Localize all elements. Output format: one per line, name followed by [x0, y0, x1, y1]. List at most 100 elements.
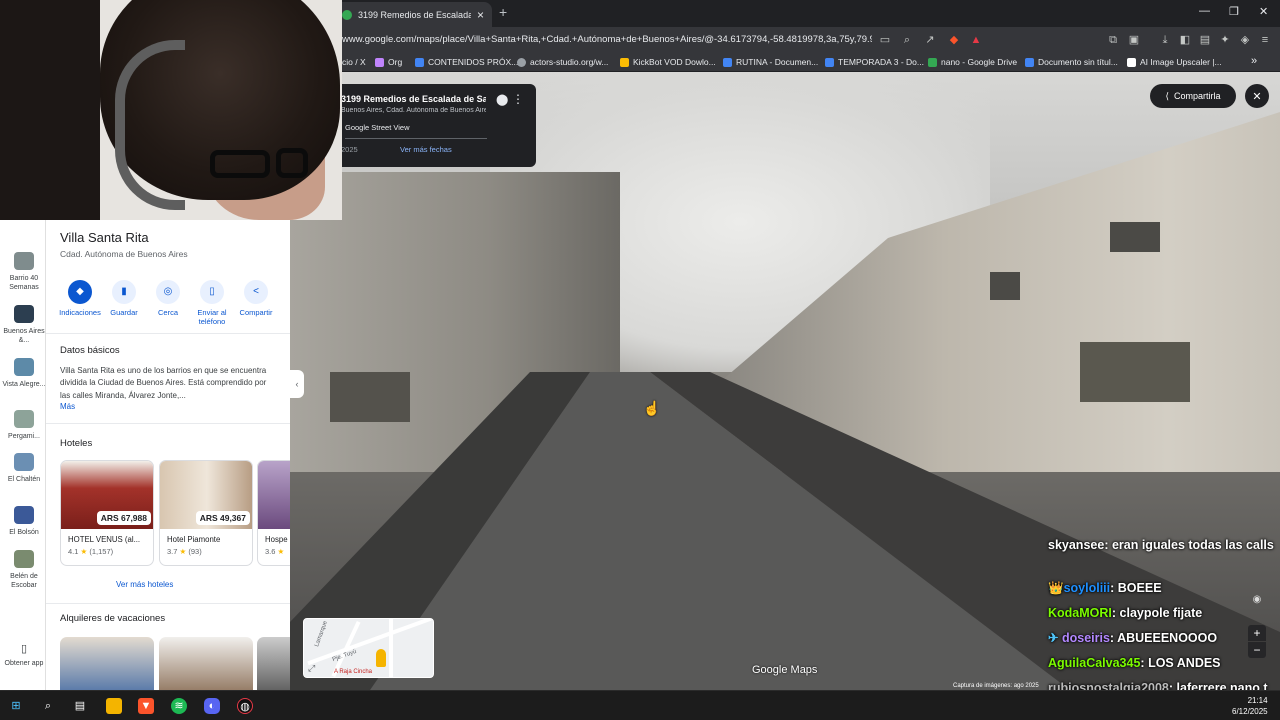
bookmark-icon [723, 57, 732, 67]
minimap[interactable]: Lamarque Pje. Tuyú A Raja Cincha ⤢ [303, 618, 434, 678]
zoom-icon[interactable]: ⌕ [901, 34, 913, 46]
bookmark-item[interactable]: nano - Google Drive [928, 57, 1017, 67]
hotel-price: ARS 67,988 [96, 511, 151, 525]
more-hotels-link[interactable]: Ver más hoteles [116, 580, 173, 589]
expand-map-icon[interactable]: ⤢ [308, 663, 315, 674]
rail-item[interactable]: El Chaltén [2, 453, 46, 484]
hotel-rating: 3.6 ★ [265, 547, 285, 556]
brave-rewards-icon[interactable]: ▲ [970, 34, 982, 46]
menu-icon[interactable]: ≡ [1259, 34, 1271, 46]
phone-icon: ▯ [200, 280, 224, 304]
brave-shield-icon[interactable]: ◆ [948, 34, 960, 46]
rail-item[interactable]: Pergami... [2, 410, 46, 441]
chat-message: skyansee: eran iguales todas las calls [1048, 538, 1274, 552]
url-input[interactable]: www.google.com/maps/place/Villa+Santa+Ri… [342, 34, 872, 45]
browser-tab[interactable]: 3199 Remedios de Escalada de San Martín … [334, 2, 492, 27]
vpn-icon[interactable]: ◈ [1239, 34, 1251, 46]
hotel-name: Hotel Piamonte [167, 535, 221, 544]
pegman-icon[interactable] [376, 649, 386, 667]
house-window [990, 272, 1020, 300]
rental-photo[interactable] [159, 637, 253, 690]
star-icon: ★ [277, 547, 285, 556]
hotel-photo: ARS 67,988 [61, 461, 153, 529]
save-button[interactable]: ▮ Guardar [101, 280, 147, 317]
search-icon[interactable]: ⌕ [40, 698, 56, 714]
rail-item[interactable]: Buenos Aires &... [2, 305, 46, 345]
close-window-button[interactable]: ✕ [1259, 5, 1268, 18]
minimize-button[interactable]: — [1199, 5, 1210, 17]
close-street-view-button[interactable]: ✕ [1245, 84, 1269, 108]
rail-item[interactable]: Belén de Escobar [2, 550, 46, 590]
more-link[interactable]: Más [60, 402, 75, 411]
bookmark-item[interactable]: RUTINA - Documen... [723, 57, 818, 67]
bookmark-item[interactable]: Org [375, 57, 402, 67]
rental-photo[interactable] [257, 637, 290, 690]
minimap-poi: A Raja Cincha [334, 669, 373, 675]
more-options-icon[interactable]: ⋮ [512, 92, 524, 106]
get-app-button[interactable]: ▯ Obtener app [2, 642, 46, 668]
rail-item[interactable]: Barrio 40 Semanas [2, 252, 46, 292]
hotel-price: ARS 49,367 [195, 511, 250, 525]
cast-icon[interactable]: ▭ [879, 34, 891, 46]
card-divider [345, 138, 487, 139]
nearby-button[interactable]: ◎ Cerca [145, 280, 191, 317]
bookmark-icon [928, 57, 937, 67]
bookmark-icon: ▮ [112, 280, 136, 304]
download-icon[interactable]: ⤓ [1159, 34, 1171, 46]
bookmark-item[interactable]: KickBot VOD Dowlo... [620, 57, 716, 67]
card-year: 2025 [341, 145, 358, 154]
divider [46, 603, 290, 604]
share-page-icon[interactable]: ↗ [924, 34, 936, 46]
collapse-panel-button[interactable]: ‹ [290, 370, 304, 398]
share-place-button[interactable]: < Compartir [233, 280, 279, 317]
more-dates-link[interactable]: Ver más fechas [400, 145, 452, 154]
brave-browser-icon[interactable]: ▼ [138, 698, 154, 714]
reading-list-icon[interactable]: ◧ [1179, 34, 1191, 46]
new-tab-button[interactable]: + [499, 4, 507, 20]
image-credit: Captura de imágenes: ago 2025 [953, 683, 1039, 689]
spotify-icon[interactable]: ≋ [171, 698, 187, 714]
rental-photo[interactable] [60, 637, 154, 690]
task-view-icon[interactable]: ▤ [72, 698, 88, 714]
bookmark-item[interactable]: TEMPORADA 3 - Do... [825, 57, 924, 67]
windows-start-icon[interactable]: ⊞ [8, 698, 24, 714]
rail-item[interactable]: Vista Alegre... [2, 358, 46, 389]
chat-message: ✈ doseiris: ABUEEENOOOO [1048, 631, 1218, 645]
hotel-card[interactable]: A Hospe 3.6 ★ [257, 460, 290, 566]
bookmarks-overflow-icon[interactable]: » [1251, 55, 1257, 67]
place-panel: Villa Santa Rita Cdad. Autónoma de Bueno… [46, 220, 290, 690]
bookmark-item[interactable]: cio / X [342, 57, 366, 67]
directions-button[interactable]: ◆ Indicaciones [57, 280, 103, 317]
hotel-card[interactable]: ARS 49,367 Hotel Piamonte 3.7 ★ (93) [159, 460, 253, 566]
bookmark-item[interactable]: AI Image Upscaler |... [1127, 57, 1222, 67]
location-pin-icon[interactable]: ⬤ [496, 93, 508, 106]
restore-button[interactable]: ❐ [1229, 5, 1239, 18]
house-window [1110, 222, 1160, 252]
place-thumbnail [14, 410, 34, 428]
file-explorer-icon[interactable] [106, 698, 122, 714]
tab-title: 3199 Remedios de Escalada de San Martín [358, 9, 471, 20]
sidebar-icon[interactable]: ▣ [1128, 34, 1140, 46]
webcam-overlay [0, 0, 342, 220]
hotel-name: Hospe [265, 535, 288, 544]
chat-message: KodaMORI: claypole fijate [1048, 606, 1203, 620]
wallet-icon[interactable]: ▤ [1199, 34, 1211, 46]
bookmark-item[interactable]: Documento sin títul... [1025, 57, 1118, 67]
send-to-phone-button[interactable]: ▯ Enviar al teléfono [189, 280, 235, 326]
extensions-icon[interactable]: ⧉ [1107, 34, 1119, 46]
tab-close-icon[interactable]: × [477, 8, 484, 22]
bookmark-item[interactable]: actors-studio.org/w... [517, 57, 608, 67]
discord-icon[interactable]: ◐ [204, 698, 220, 714]
phone-icon: ▯ [20, 643, 28, 655]
leo-ai-icon[interactable]: ✦ [1219, 34, 1231, 46]
bookmark-item[interactable]: CONTENIDOS PRÓX... [415, 57, 518, 67]
hotel-card[interactable]: ARS 67,988 HOTEL VENUS (al... 4.1 ★ (1,1… [60, 460, 154, 566]
hotel-rating: 3.7 ★ (93) [167, 547, 202, 556]
share-button[interactable]: ⟨ Compartirla [1150, 84, 1236, 108]
hotel-photo: ARS 49,367 [160, 461, 252, 529]
place-thumbnail [14, 358, 34, 376]
crown-icon: 👑 [1048, 581, 1064, 595]
place-title: Villa Santa Rita [60, 230, 149, 245]
rail-item[interactable]: El Bolsón [2, 506, 46, 537]
obs-icon[interactable]: ◍ [237, 698, 253, 714]
